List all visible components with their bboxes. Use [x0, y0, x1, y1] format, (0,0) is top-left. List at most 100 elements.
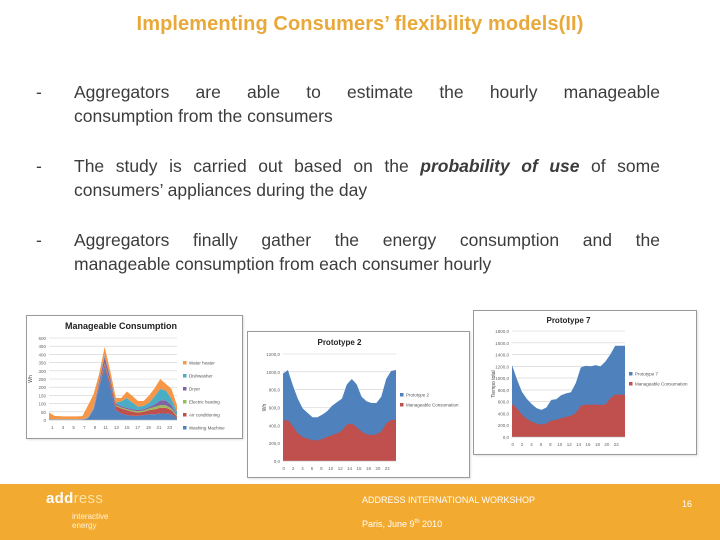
- chart-svg: Prototype 7 0,0 200,0 400,0 600,0 800,0 1000,0…: [491, 316, 688, 447]
- x-tick-label: 17: [135, 425, 141, 430]
- y-tick-label: 1600,0: [495, 341, 509, 346]
- legend-label: Prototype 7: [635, 372, 659, 377]
- bullet-item: - Aggregators finally gather the energy …: [36, 228, 660, 276]
- x-tick-label: 4: [301, 466, 304, 471]
- x-tick-label: 10: [328, 466, 334, 471]
- y-tick-label: 600,0: [269, 406, 281, 411]
- y-tick-label: 500: [38, 336, 46, 341]
- chart-prototype-7: Prototype 7 0,0 200,0 400,0 600,0 800,0 1000,0…: [473, 310, 697, 455]
- legend-label: Air conditioning: [189, 413, 220, 418]
- x-tick-label: 14: [347, 466, 353, 471]
- y-tick-label: 200: [38, 385, 46, 390]
- x-tick-label: 12: [338, 466, 344, 471]
- bullet-text-line: consumption from the consumers: [74, 106, 333, 126]
- bullet-dash: -: [36, 156, 42, 176]
- legend-swatch: [629, 372, 633, 376]
- address-logo: address interactive energy: [46, 490, 108, 530]
- y-tick-label: 1000,0: [495, 376, 509, 381]
- logo-text-light: ress: [73, 490, 104, 507]
- footer-year: 2010: [419, 519, 443, 529]
- y-tick-label: 0,0: [503, 435, 510, 440]
- chart-svg: Manageable Consumption 0 50 100 150 200 250 300…: [28, 321, 225, 431]
- x-tick-label: 20: [375, 466, 381, 471]
- legend-swatch: [629, 382, 633, 386]
- logo-subtitle: energy: [72, 521, 97, 530]
- logo-subtitle: interactive: [72, 512, 109, 521]
- x-tick-label: 12: [567, 442, 573, 447]
- y-tick-label: 800,0: [269, 388, 281, 393]
- legend-swatch: [183, 387, 187, 391]
- y-tick-label: 1200,0: [495, 364, 509, 369]
- y-tick-label: 1200,0: [266, 352, 280, 357]
- y-tick-label: 450: [38, 344, 46, 349]
- chart-prototype-2: Prototype 2 0,0 200,0 400,0 600,0 800,0 1000,0…: [247, 331, 470, 478]
- legend-label: Prototype 2: [406, 393, 430, 398]
- y-axis-label: Wh: [262, 404, 268, 412]
- x-tick-label: 13: [114, 425, 120, 430]
- legend-label: Water heater: [189, 361, 215, 366]
- logo-text-bold: add: [46, 490, 74, 507]
- y-tick-label: 100: [38, 402, 46, 407]
- legend-label: Washing Machine: [189, 426, 225, 431]
- legend-label: Dryer: [189, 387, 201, 392]
- chart-title: Manageable Consumption: [65, 321, 177, 331]
- x-tick-label: 19: [146, 425, 152, 430]
- x-tick-label: 3: [62, 425, 65, 430]
- legend-swatch: [400, 393, 404, 397]
- chart-title: Prototype 7: [546, 316, 591, 325]
- chart-manageable-consumption: Manageable Consumption 0 50 100 150 200 250 300…: [26, 315, 243, 439]
- y-tick-label: 350: [38, 361, 46, 366]
- y-tick-label: 400: [38, 352, 46, 357]
- x-tick-label: 6: [311, 466, 314, 471]
- y-tick-label: 800,0: [498, 388, 510, 393]
- legend-label: Dishwasher: [189, 374, 213, 379]
- x-tick-label: 18: [595, 442, 601, 447]
- footer-event: ADDRESS INTERNATIONAL WORKSHOP: [362, 495, 536, 505]
- x-tick-label: 22: [614, 442, 620, 447]
- x-tick-label: 4: [530, 442, 533, 447]
- legend-swatch: [400, 403, 404, 407]
- page-number: 16: [682, 499, 693, 509]
- y-axis-label: Tiempo total: [491, 370, 497, 397]
- bullet-dash: -: [36, 230, 42, 250]
- y-tick-label: 300: [38, 369, 46, 374]
- legend-label: Electric heating: [189, 400, 220, 405]
- legend-swatch: [183, 361, 187, 365]
- x-tick-label: 23: [167, 425, 173, 430]
- y-tick-label: 50: [41, 410, 47, 415]
- y-tick-label: 1000,0: [266, 370, 280, 375]
- footer-place: Paris, June 9: [362, 519, 415, 529]
- x-tick-label: 15: [124, 425, 130, 430]
- x-tick-label: 1: [51, 425, 54, 430]
- y-tick-label: 0: [43, 418, 46, 423]
- y-axis-label: Wh: [28, 375, 34, 383]
- x-tick-label: 22: [385, 466, 391, 471]
- y-tick-label: 400,0: [498, 411, 510, 416]
- y-tick-label: 1800,0: [495, 329, 509, 334]
- legend-swatch: [183, 400, 187, 404]
- x-tick-label: 20: [604, 442, 610, 447]
- y-tick-label: 400,0: [269, 423, 281, 428]
- legend-swatch: [183, 413, 187, 417]
- x-tick-label: 2: [521, 442, 524, 447]
- chart-svg: Prototype 2 0,0 200,0 400,0 600,0 800,0 1000,0…: [262, 338, 459, 471]
- legend-swatch: [183, 426, 187, 430]
- legend-swatch: [183, 374, 187, 378]
- x-tick-label: 16: [586, 442, 592, 447]
- x-tick-label: 8: [549, 442, 552, 447]
- x-tick-label: 18: [366, 466, 372, 471]
- x-tick-label: 11: [103, 425, 108, 430]
- bullet-text-line: Aggregators are able to estimate the hou…: [74, 82, 660, 102]
- y-tick-label: 200,0: [269, 441, 281, 446]
- bullet-list: - Aggregators are able to estimate the h…: [36, 80, 660, 302]
- y-tick-label: 250: [38, 377, 46, 382]
- x-tick-label: 6: [540, 442, 543, 447]
- chart-title: Prototype 2: [317, 338, 362, 347]
- bullet-text-line: Aggregators finally gather the energy co…: [74, 230, 660, 250]
- y-tick-label: 1400,0: [495, 353, 509, 358]
- y-tick-label: 150: [38, 393, 46, 398]
- legend-label: Manageable Consumation: [406, 403, 459, 408]
- slide-title: Implementing Consumers’ flexibility mode…: [136, 13, 584, 35]
- x-tick-label: 5: [72, 425, 75, 430]
- bullet-text: The study is carried out based on the: [74, 156, 421, 176]
